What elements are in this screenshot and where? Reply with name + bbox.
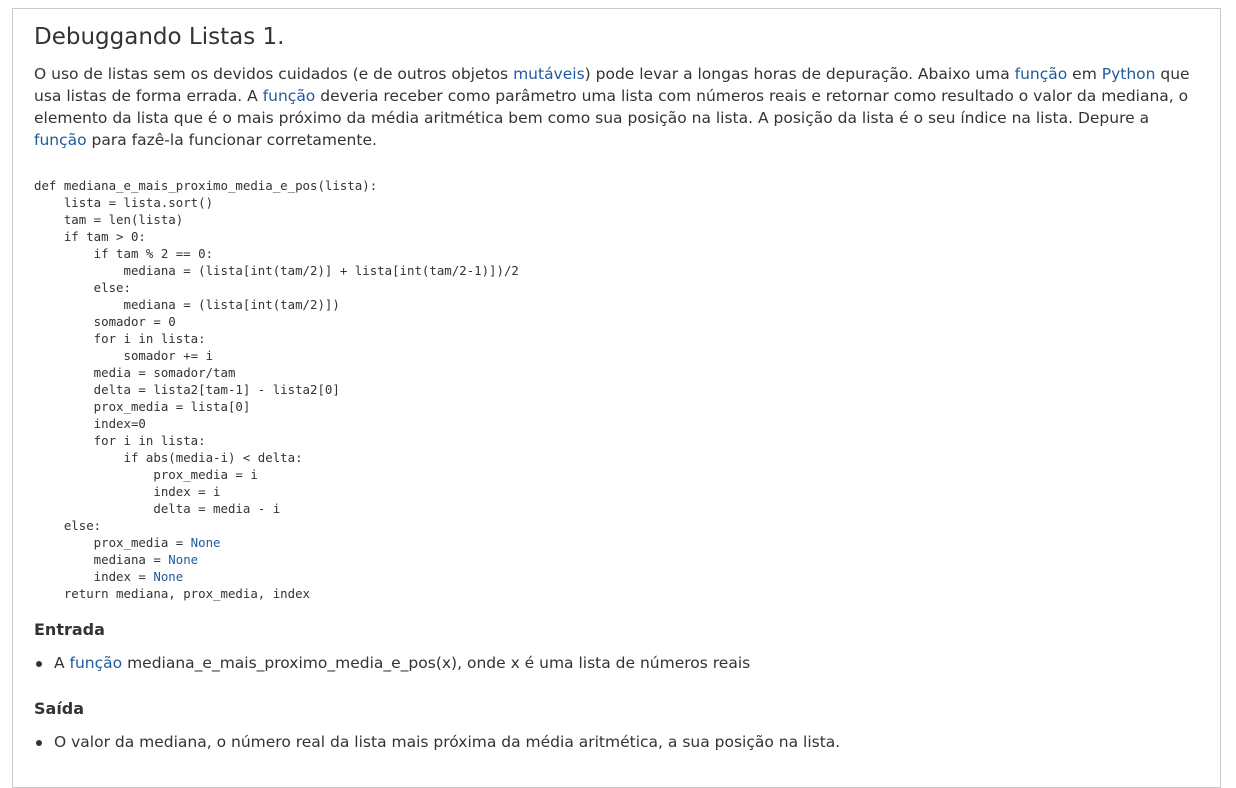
code-line-prox-media: prox_media =: [34, 535, 191, 550]
intro-text-6: para fazê-la funcionar corretamente.: [86, 131, 377, 149]
intro-text-2: ) pode levar a longas horas de depuração…: [584, 65, 1015, 83]
entrada-item-text-2: mediana_e_mais_proximo_media_e_pos(x), o…: [122, 654, 751, 672]
saida-list: O valor da mediana, o número real da lis…: [34, 731, 840, 753]
problem-description: O uso de listas sem os devidos cuidados …: [34, 63, 1199, 151]
intro-text-3: em: [1067, 65, 1102, 83]
list-item: A função mediana_e_mais_proximo_media_e_…: [34, 652, 750, 674]
code-line-mediana: mediana =: [34, 552, 169, 567]
code-none-keyword: None: [153, 569, 184, 584]
problem-card: Debuggando Listas 1. O uso de listas sem…: [12, 8, 1221, 788]
link-funcao[interactable]: função: [70, 654, 123, 672]
code-main: def mediana_e_mais_proximo_media_e_pos(l…: [34, 178, 519, 533]
entrada-list: A função mediana_e_mais_proximo_media_e_…: [34, 652, 750, 674]
entrada-heading: Entrada: [34, 620, 105, 639]
link-funcao[interactable]: função: [263, 87, 316, 105]
link-funcao[interactable]: função: [34, 131, 87, 149]
link-mutaveis[interactable]: mutáveis: [513, 65, 585, 83]
code-none-keyword: None: [190, 535, 221, 550]
list-item: O valor da mediana, o número real da lis…: [34, 731, 840, 753]
link-funcao[interactable]: função: [1015, 65, 1068, 83]
link-python[interactable]: Python: [1102, 65, 1156, 83]
code-none-keyword: None: [168, 552, 199, 567]
saida-heading: Saída: [34, 699, 85, 718]
entrada-item-text-1: A: [54, 654, 70, 672]
intro-text-1: O uso de listas sem os devidos cuidados …: [34, 65, 514, 83]
code-return-line: return mediana, prox_media, index: [63, 586, 311, 601]
page-title: Debuggando Listas 1.: [34, 24, 285, 50]
code-block: def mediana_e_mais_proximo_media_e_pos(l…: [34, 177, 519, 602]
code-line-index: index =: [34, 569, 154, 584]
